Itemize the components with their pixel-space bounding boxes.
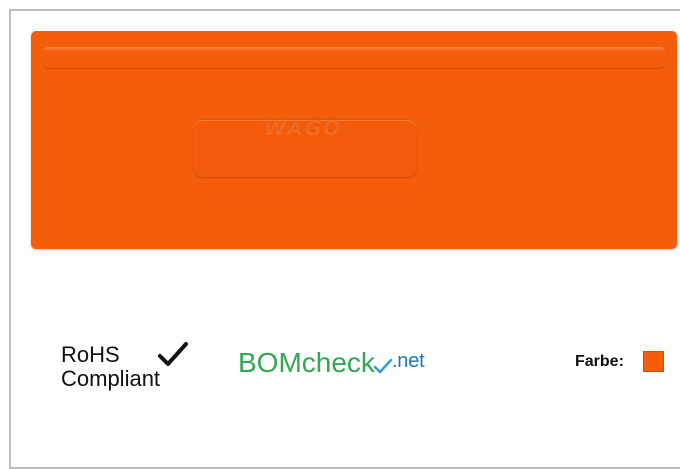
bomcheck-suffix-text: .net — [391, 350, 425, 372]
product-top-rail — [43, 47, 665, 69]
checkmark-icon — [158, 342, 188, 366]
rohs-compliance-badge: RoHS Compliant — [61, 342, 211, 399]
bomcheck-main-text: BOMcheck — [238, 347, 375, 378]
image-frame: WAGO RoHS Compliant BOMcheck .net Farbe: — [9, 9, 680, 469]
compliant-label: Compliant — [61, 366, 161, 391]
product-image: WAGO — [31, 31, 677, 249]
color-label: Farbe: — [575, 353, 624, 370]
rohs-label: RoHS — [61, 342, 120, 367]
color-swatch — [643, 351, 664, 372]
bomcheck-check-icon — [373, 358, 393, 374]
bomcheck-logo: BOMcheck .net — [238, 346, 425, 380]
embossed-logo: WAGO — [264, 115, 343, 139]
